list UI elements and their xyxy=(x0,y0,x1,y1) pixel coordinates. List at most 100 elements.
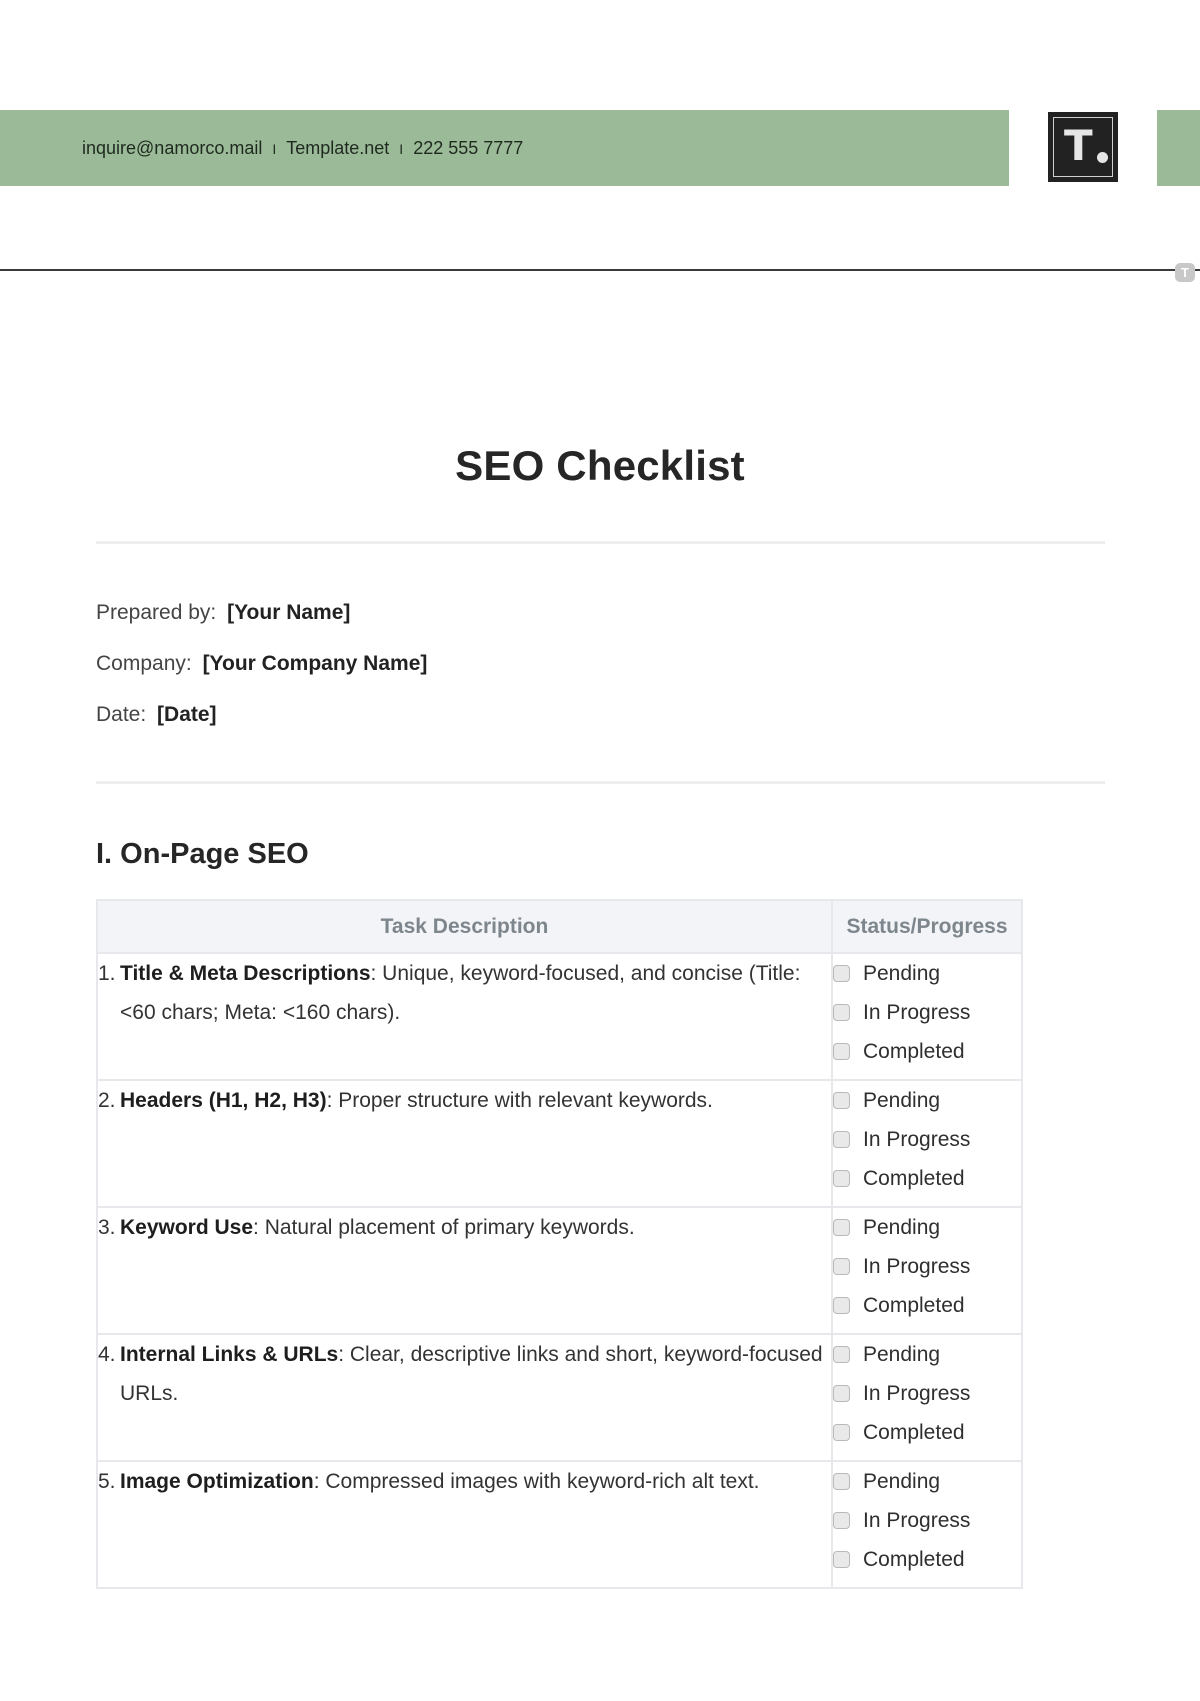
task-item: 4. Internal Links & URLs: Clear, descript… xyxy=(98,1335,831,1413)
status-label: In Progress xyxy=(863,1000,971,1024)
task-number: 5. xyxy=(98,1470,116,1493)
status-option-in-progress[interactable]: In Progress xyxy=(833,1120,1021,1159)
checkbox[interactable] xyxy=(833,1004,850,1021)
task-description-cell: 1. Title & Meta Descriptions: Unique, key… xyxy=(96,952,833,1081)
divider xyxy=(96,541,1105,544)
status-label: In Progress xyxy=(863,1381,971,1405)
task-number: 1. xyxy=(98,962,116,985)
task-description-cell: 5. Image Optimization: Compressed images … xyxy=(96,1460,833,1589)
checkbox[interactable] xyxy=(833,1512,850,1529)
task-item: 5. Image Optimization: Compressed images … xyxy=(98,1462,831,1501)
meta-label: Date: xyxy=(96,703,147,726)
template-mini-icon[interactable]: T xyxy=(1175,263,1195,282)
task-number: 3. xyxy=(98,1216,116,1239)
column-header-task: Task Description xyxy=(96,899,833,954)
status-option-in-progress[interactable]: In Progress xyxy=(833,1501,1021,1540)
task-text: Internal Links & URLs: Clear, descriptiv… xyxy=(120,1335,831,1413)
contact-website[interactable]: Template.net xyxy=(286,138,389,158)
page-title: SEO Checklist xyxy=(455,442,745,489)
table-row: 1. Title & Meta Descriptions: Unique, key… xyxy=(96,952,1023,1081)
checkbox[interactable] xyxy=(833,1043,850,1060)
task-title: Internal Links & URLs xyxy=(120,1343,339,1366)
status-option-pending[interactable]: Pending xyxy=(833,1081,1021,1120)
status-label: Completed xyxy=(863,1166,965,1190)
status-label: Completed xyxy=(863,1039,965,1063)
task-item: 2. Headers (H1, H2, H3): Proper structure… xyxy=(98,1081,831,1120)
status-label: Pending xyxy=(863,1469,941,1493)
template-logo-icon: T xyxy=(1048,112,1118,182)
status-label: Completed xyxy=(863,1420,965,1444)
task-table: Task Description Status/Progress 1. Title… xyxy=(96,899,1023,1589)
checkbox[interactable] xyxy=(833,1092,850,1109)
status-label: Pending xyxy=(863,1342,941,1366)
status-cell: Pending In Progress Completed xyxy=(831,1460,1023,1589)
meta-label: Prepared by: xyxy=(96,601,217,624)
checkbox[interactable] xyxy=(833,1258,850,1275)
task-title: Title & Meta Descriptions xyxy=(120,962,371,985)
task-text: Title & Meta Descriptions: Unique, keywo… xyxy=(120,954,831,1032)
status-option-pending[interactable]: Pending xyxy=(833,954,1021,993)
table-row: 3. Keyword Use: Natural placement of prim… xyxy=(96,1206,1023,1335)
section-heading: I. On-Page SEO xyxy=(96,838,309,870)
task-title: Image Optimization xyxy=(120,1470,314,1493)
status-label: In Progress xyxy=(863,1127,971,1151)
status-option-pending[interactable]: Pending xyxy=(833,1462,1021,1501)
meta-prepared-by: Prepared by: [Your Name] xyxy=(96,601,350,625)
status-option-in-progress[interactable]: In Progress xyxy=(833,1374,1021,1413)
logo-dot xyxy=(1097,152,1108,163)
task-title: Keyword Use xyxy=(120,1216,254,1239)
meta-value: [Your Company Name] xyxy=(202,652,428,675)
status-option-completed[interactable]: Completed xyxy=(833,1413,1021,1452)
task-detail: : Proper structure with relevant keyword… xyxy=(326,1089,713,1112)
status-label: Completed xyxy=(863,1293,965,1317)
contact-email[interactable]: inquire@namorco.mail xyxy=(82,138,262,158)
checkbox[interactable] xyxy=(833,1170,850,1187)
meta-value: [Your Name] xyxy=(227,601,351,624)
column-header-status: Status/Progress xyxy=(831,899,1023,954)
status-option-completed[interactable]: Completed xyxy=(833,1032,1021,1071)
task-number: 2. xyxy=(98,1089,116,1112)
status-option-pending[interactable]: Pending xyxy=(833,1335,1021,1374)
table-row: 2. Headers (H1, H2, H3): Proper structure… xyxy=(96,1079,1023,1208)
status-option-in-progress[interactable]: In Progress xyxy=(833,993,1021,1032)
checkbox[interactable] xyxy=(833,965,850,982)
status-option-completed[interactable]: Completed xyxy=(833,1540,1021,1579)
checkbox[interactable] xyxy=(833,1219,850,1236)
status-option-completed[interactable]: Completed xyxy=(833,1159,1021,1198)
checkbox[interactable] xyxy=(833,1551,850,1568)
task-description-cell: 4. Internal Links & URLs: Clear, descript… xyxy=(96,1333,833,1462)
status-cell: Pending In Progress Completed xyxy=(831,952,1023,1081)
status-option-pending[interactable]: Pending xyxy=(833,1208,1021,1247)
separator: I xyxy=(399,141,404,157)
status-option-in-progress[interactable]: In Progress xyxy=(833,1247,1021,1286)
table-header-row: Task Description Status/Progress xyxy=(96,899,1023,954)
status-label: Pending xyxy=(863,1088,941,1112)
checkbox[interactable] xyxy=(833,1473,850,1490)
task-title: Headers (H1, H2, H3) xyxy=(120,1089,327,1112)
checkbox[interactable] xyxy=(833,1424,850,1441)
checkbox[interactable] xyxy=(833,1131,850,1148)
task-text: Keyword Use: Natural placement of primar… xyxy=(120,1208,635,1247)
task-number: 4. xyxy=(98,1343,116,1366)
checkbox[interactable] xyxy=(833,1346,850,1363)
header-rule xyxy=(0,269,1200,271)
task-item: 3. Keyword Use: Natural placement of prim… xyxy=(98,1208,831,1247)
status-label: In Progress xyxy=(863,1508,971,1532)
status-option-completed[interactable]: Completed xyxy=(833,1286,1021,1325)
separator: I xyxy=(272,141,277,157)
meta-company: Company: [Your Company Name] xyxy=(96,652,427,676)
task-description-cell: 2. Headers (H1, H2, H3): Proper structure… xyxy=(96,1079,833,1208)
task-text: Image Optimization: Compressed images wi… xyxy=(120,1462,760,1501)
meta-label: Company: xyxy=(96,652,192,675)
header-band-accent xyxy=(1157,110,1200,186)
checkbox[interactable] xyxy=(833,1297,850,1314)
task-description-cell: 3. Keyword Use: Natural placement of prim… xyxy=(96,1206,833,1335)
status-label: In Progress xyxy=(863,1254,971,1278)
checkbox[interactable] xyxy=(833,1385,850,1402)
contact-info: inquire@namorco.mail I Template.net I 222 55… xyxy=(82,110,523,186)
task-detail: : Compressed images with keyword-rich al… xyxy=(313,1470,760,1493)
task-detail: : Natural placement of primary keywords. xyxy=(253,1216,635,1239)
status-cell: Pending In Progress Completed xyxy=(831,1206,1023,1335)
table-row: 5. Image Optimization: Compressed images … xyxy=(96,1460,1023,1589)
divider xyxy=(96,781,1105,784)
